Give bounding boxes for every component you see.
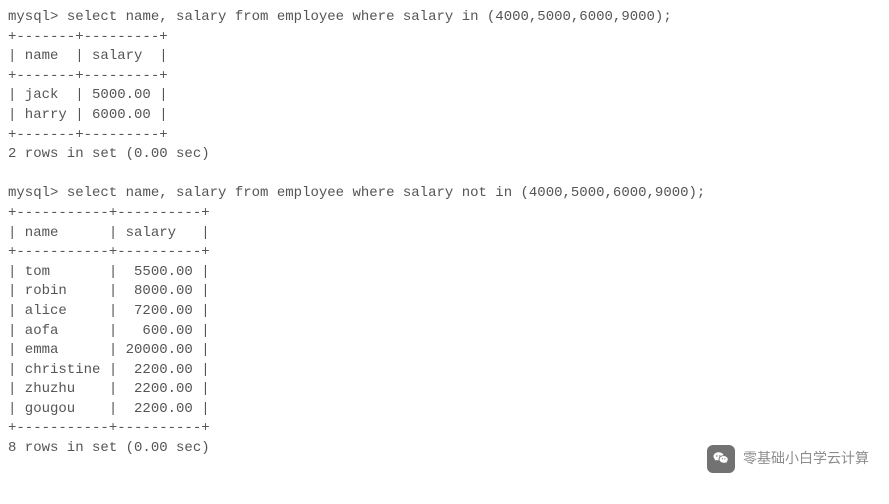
query2-row: | alice | 7200.00 |: [8, 302, 881, 322]
query2-command: mysql> select name, salary from employee…: [8, 184, 881, 204]
query2-row: | gougou | 2200.00 |: [8, 400, 881, 420]
query1-border: +-------+---------+: [8, 28, 881, 48]
query1-row: | jack | 5000.00 |: [8, 86, 881, 106]
query2-row: | christine | 2200.00 |: [8, 361, 881, 381]
query1-footer: 2 rows in set (0.00 sec): [8, 145, 881, 165]
blank-line: [8, 165, 881, 185]
query2-header: | name | salary |: [8, 224, 881, 244]
query1-command: mysql> select name, salary from employee…: [8, 8, 881, 28]
query1-header: | name | salary |: [8, 47, 881, 67]
query2-border: +-----------+----------+: [8, 204, 881, 224]
query2-row: | robin | 8000.00 |: [8, 282, 881, 302]
query2-border: +-----------+----------+: [8, 419, 881, 439]
query1-row: | harry | 6000.00 |: [8, 106, 881, 126]
watermark-text: 零基础小白学云计算: [743, 449, 869, 469]
query2-row: | emma | 20000.00 |: [8, 341, 881, 361]
watermark: 零基础小白学云计算: [707, 445, 869, 473]
query2-row: | aofa | 600.00 |: [8, 322, 881, 342]
query2-border: +-----------+----------+: [8, 243, 881, 263]
query1-border: +-------+---------+: [8, 126, 881, 146]
query1-border: +-------+---------+: [8, 67, 881, 87]
query2-row: | tom | 5500.00 |: [8, 263, 881, 283]
query2-row: | zhuzhu | 2200.00 |: [8, 380, 881, 400]
wechat-icon: [707, 445, 735, 473]
